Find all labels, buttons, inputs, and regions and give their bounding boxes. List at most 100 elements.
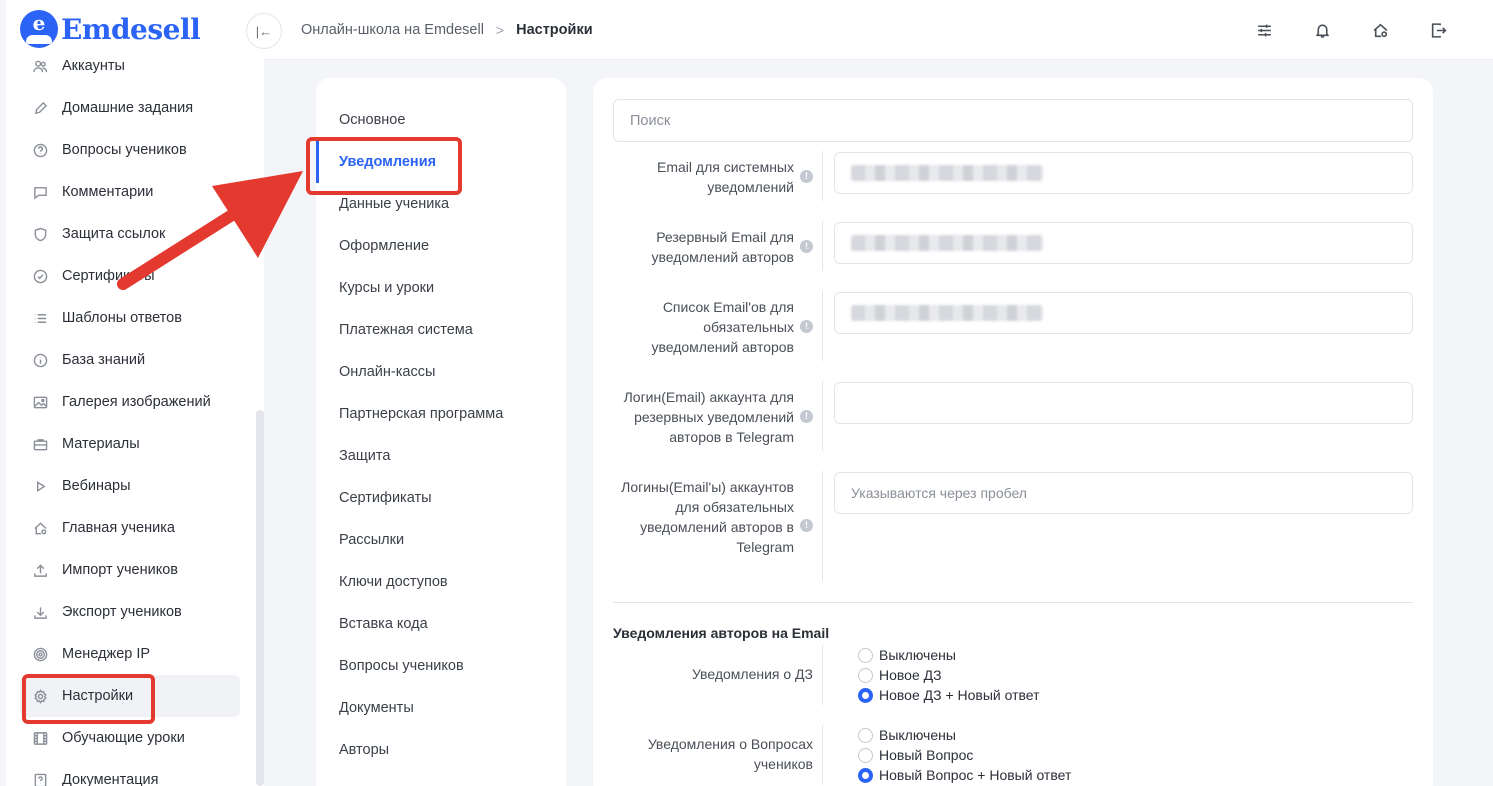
settings-menu-item[interactable]: Вставка кода	[316, 603, 566, 645]
sidebar-item-webinars[interactable]: Вебинары	[20, 465, 240, 507]
question-notifications-radio-group: Выключены Новый Вопрос Новый Вопрос + Но…	[858, 725, 1071, 785]
radio-circle	[858, 687, 873, 703]
breadcrumb: Онлайн-школа на Emdesell > Настройки	[301, 22, 593, 38]
home-gear-icon[interactable]	[1370, 20, 1390, 40]
settings-menu-item[interactable]: Партнерская программа	[316, 393, 566, 435]
sidebar-item-comments[interactable]: Комментарии	[20, 171, 240, 213]
radio-option[interactable]: Выключены	[858, 725, 1071, 745]
radio-option-selected[interactable]: Новый Вопрос + Новый ответ	[858, 765, 1071, 785]
sidebar-item-label: Менеджер IP	[62, 646, 151, 662]
settings-menu-item[interactable]: Вопросы учеников	[316, 645, 566, 687]
sidebar-item-documentation[interactable]: Документация	[20, 759, 240, 786]
info-icon[interactable]: !	[800, 240, 813, 253]
sidebar-item-label: Вебинары	[62, 478, 131, 494]
highlight-box-settings	[22, 674, 155, 724]
required-emails-field[interactable]	[834, 292, 1413, 334]
breadcrumb-current: Настройки	[516, 22, 593, 38]
collapse-sidebar-button[interactable]: |←	[246, 13, 282, 49]
system-email-field[interactable]	[834, 152, 1413, 194]
notifications-form: Поиск Email для системных уведомлений ! …	[593, 78, 1433, 786]
sidebar-item-knowledge-base[interactable]: База знаний	[20, 339, 240, 381]
radio-circle	[858, 647, 873, 663]
radio-label: Выключены	[879, 647, 956, 663]
settings-menu-item[interactable]: Документы	[316, 687, 566, 729]
sidebar-item-label: Экспорт учеников	[62, 604, 182, 620]
settings-menu-item[interactable]: Защита	[316, 435, 566, 477]
sliders-icon[interactable]	[1254, 20, 1274, 40]
sidebar-item-image-gallery[interactable]: Галерея изображений	[20, 381, 240, 423]
sidebar-item-import-students[interactable]: Импорт учеников	[20, 549, 240, 591]
form-row-homework-notifications: Уведомления о ДЗ Выключены Новое ДЗ Ново…	[613, 645, 1413, 705]
settings-menu-item[interactable]: Рассылки	[316, 519, 566, 561]
settings-menu-item[interactable]: Платежная система	[316, 309, 566, 351]
collapse-icon: |←	[255, 23, 273, 39]
info-icon[interactable]: !	[800, 410, 813, 423]
field-label: Email для системных уведомлений	[657, 159, 794, 195]
radio-label: Новый Вопрос	[879, 747, 974, 763]
comment-icon	[32, 184, 48, 200]
radio-label: Новое ДЗ	[879, 667, 942, 683]
briefcase-icon	[32, 436, 48, 452]
settings-menu-item[interactable]: Оформление	[316, 225, 566, 267]
sidebar-item-ip-manager[interactable]: Менеджер IP	[20, 633, 240, 675]
search-input[interactable]: Поиск	[613, 99, 1413, 142]
radio-circle	[858, 667, 873, 683]
settings-menu-item[interactable]: Онлайн-кассы	[316, 351, 566, 393]
bell-icon[interactable]	[1312, 20, 1332, 40]
radio-label: Выключены	[879, 727, 956, 743]
logout-icon[interactable]	[1428, 20, 1448, 40]
sidebar-item-homework[interactable]: Домашние задания	[20, 87, 240, 129]
settings-menu-item[interactable]: Ключи доступов	[316, 561, 566, 603]
field-label: Список Email'ов для обязательных уведомл…	[651, 299, 794, 355]
sidebar-item-label: Сертификаты	[62, 268, 155, 284]
sidebar-item-label: Аккаунты	[62, 58, 125, 74]
settings-menu-item[interactable]: Сертификаты	[316, 477, 566, 519]
radio-label: Новый Вопрос + Новый ответ	[879, 767, 1072, 783]
sidebar-scrollbar[interactable]	[256, 410, 264, 786]
info-icon[interactable]: !	[800, 519, 813, 532]
sidebar-item-student-home[interactable]: Главная ученика	[20, 507, 240, 549]
list-icon	[32, 310, 48, 326]
telegram-backup-login-field[interactable]	[834, 382, 1413, 424]
field-label: Уведомления о Вопросах учеников	[647, 736, 813, 772]
form-row-telegram-required-logins: Логины(Email'ы) аккаунтов для обязательн…	[613, 471, 1413, 581]
logo-letter: e	[32, 11, 46, 35]
home-settings-icon	[32, 520, 48, 536]
sidebar-item-label: Документация	[62, 772, 159, 786]
question-icon	[32, 142, 48, 158]
highlight-box-notifications	[306, 137, 462, 195]
info-icon	[32, 352, 48, 368]
doc-question-icon	[32, 772, 48, 786]
homework-notifications-radio-group: Выключены Новое ДЗ Новое ДЗ + Новый отве…	[858, 645, 1040, 705]
info-icon[interactable]: !	[800, 320, 813, 333]
badge-check-icon	[32, 268, 48, 284]
radio-label: Новое ДЗ + Новый ответ	[879, 687, 1040, 703]
logo[interactable]: e Emdesell	[20, 10, 201, 48]
radio-option-selected[interactable]: Новое ДЗ + Новый ответ	[858, 685, 1040, 705]
breadcrumb-root[interactable]: Онлайн-школа на Emdesell	[301, 22, 484, 38]
sidebar-item-answer-templates[interactable]: Шаблоны ответов	[20, 297, 240, 339]
info-icon[interactable]: !	[800, 170, 813, 183]
sidebar-item-export-students[interactable]: Экспорт учеников	[20, 591, 240, 633]
radio-option[interactable]: Новое ДЗ	[858, 665, 1040, 685]
settings-menu-item[interactable]: Основное	[316, 99, 566, 141]
sidebar-item-student-questions[interactable]: Вопросы учеников	[20, 129, 240, 171]
sidebar-item-label: Комментарии	[62, 184, 154, 200]
sidebar-item-link-protection[interactable]: Защита ссылок	[20, 213, 240, 255]
upload-icon	[32, 562, 48, 578]
telegram-required-logins-field[interactable]: Указываются через пробел	[834, 472, 1413, 514]
radio-option[interactable]: Новый Вопрос	[858, 745, 1071, 765]
radio-circle	[858, 727, 873, 743]
sidebar-item-accounts[interactable]: Аккаунты	[20, 45, 240, 87]
sidebar-item-materials[interactable]: Материалы	[20, 423, 240, 465]
section-divider	[613, 602, 1413, 603]
sidebar-item-label: Главная ученика	[62, 520, 175, 536]
settings-menu-item[interactable]: Авторы	[316, 729, 566, 771]
shield-icon	[32, 226, 48, 242]
radio-option[interactable]: Выключены	[858, 645, 1040, 665]
sidebar-item-certificates[interactable]: Сертификаты	[20, 255, 240, 297]
settings-menu-item[interactable]: Курсы и уроки	[316, 267, 566, 309]
backup-email-field[interactable]	[834, 222, 1413, 264]
users-icon	[32, 58, 48, 74]
play-icon	[32, 478, 48, 494]
